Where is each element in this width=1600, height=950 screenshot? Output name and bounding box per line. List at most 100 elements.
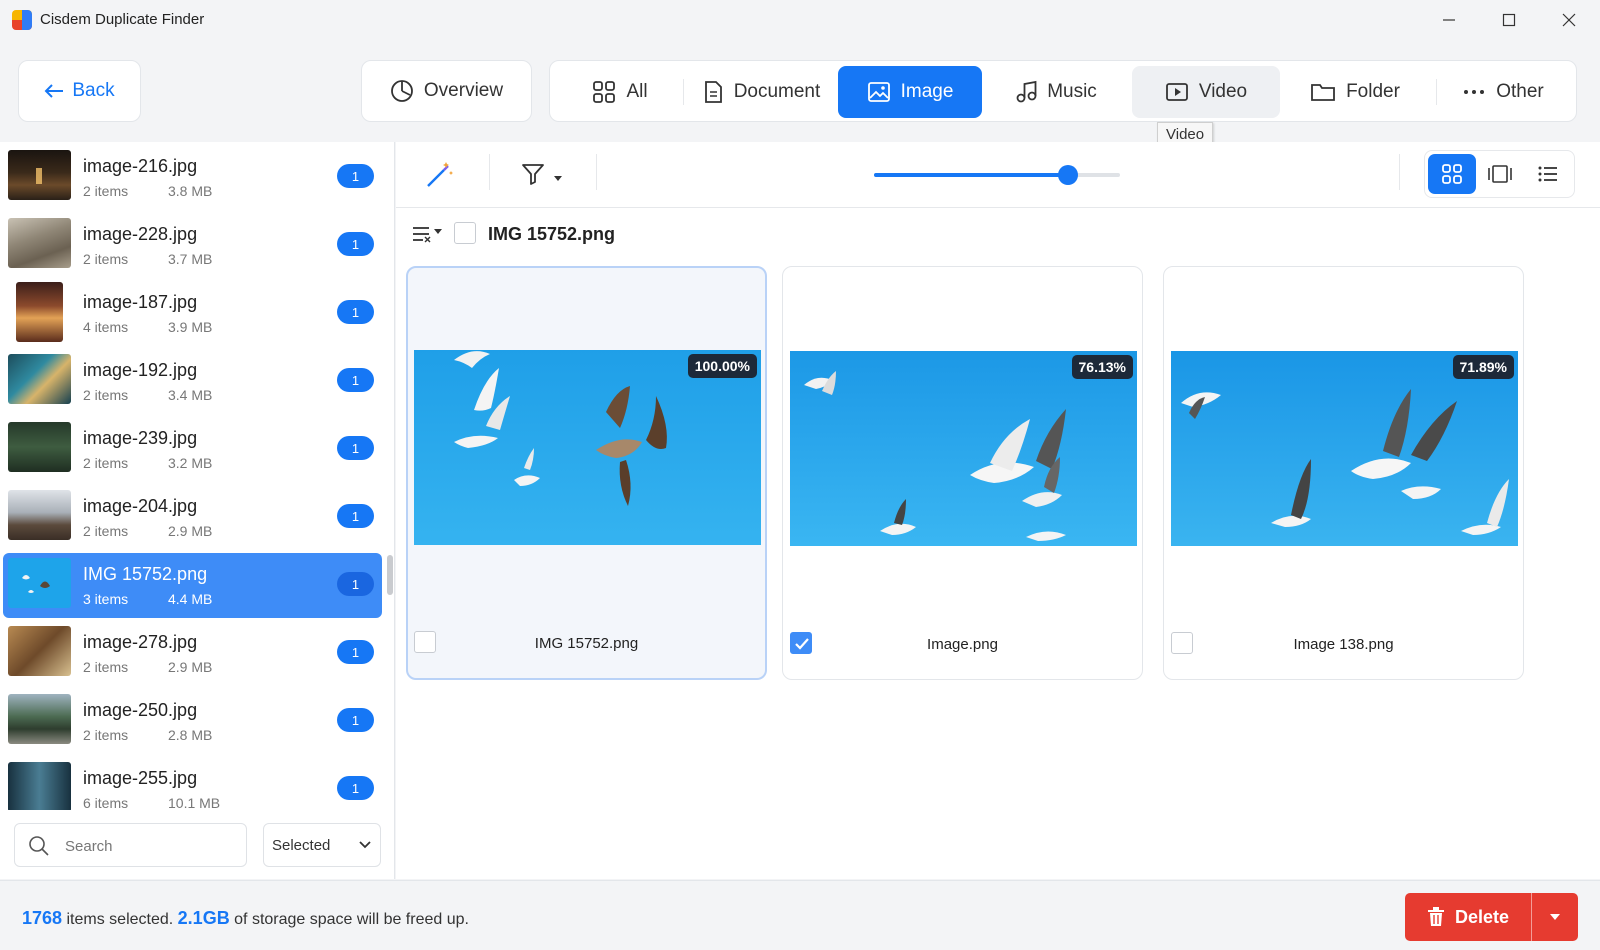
item-size: 3.7 MB xyxy=(168,251,213,267)
image-card[interactable]: 71.89% Image 138.png xyxy=(1163,266,1524,680)
item-count: 4 items xyxy=(83,319,129,335)
freed-size: 2.1GB xyxy=(177,908,230,928)
image-card[interactable]: 100.00% IMG 15752.png xyxy=(406,266,767,680)
item-name: image-255.jpg xyxy=(83,768,198,788)
zoom-slider[interactable] xyxy=(874,165,1120,185)
tab-all-label: All xyxy=(626,81,648,102)
thumbnail xyxy=(8,490,71,540)
music-icon xyxy=(1016,80,1037,103)
tab-all[interactable]: All xyxy=(564,66,676,118)
tab-other[interactable]: Other xyxy=(1440,66,1566,118)
item-count: 2 items xyxy=(83,727,129,743)
search-icon xyxy=(29,836,49,856)
zoom-slider-fill xyxy=(874,173,1069,177)
tab-image-label: Image xyxy=(900,81,954,102)
tab-video[interactable]: Video xyxy=(1132,66,1280,118)
search-field[interactable] xyxy=(14,823,247,867)
item-size: 10.1 MB xyxy=(168,795,221,810)
status-bar: 1768 items selected. 2.1GB of storage sp… xyxy=(0,880,1600,950)
list-item[interactable]: image-204.jpg 2 items 2.9 MB 1 xyxy=(3,485,382,550)
count-badge: 1 xyxy=(337,572,374,596)
filter-select[interactable]: Selected xyxy=(263,823,381,867)
preview-toolbar xyxy=(396,142,1600,208)
selected-count: 1768 xyxy=(22,908,63,928)
similarity-badge: 100.00% xyxy=(687,354,757,378)
carousel-view-button[interactable] xyxy=(1476,154,1524,194)
tab-music-label: Music xyxy=(1047,81,1097,102)
item-size: 3.2 MB xyxy=(168,455,213,471)
main-panel: IMG 15752.png 100.00% IMG 15752.png 76.1… xyxy=(396,142,1600,879)
close-icon[interactable] xyxy=(1540,0,1598,40)
count-badge: 1 xyxy=(337,368,374,392)
list-item[interactable]: image-216.jpg 2 items 3.8 MB 1 xyxy=(3,145,382,210)
list-item[interactable]: image-192.jpg 2 items 3.4 MB 1 xyxy=(3,349,382,414)
toolbar-divider xyxy=(1399,154,1400,190)
item-name: image-216.jpg xyxy=(83,156,198,176)
item-name: IMG 15752.png xyxy=(83,564,208,584)
list-icon xyxy=(1538,166,1557,182)
selection-summary: 1768 items selected. 2.1GB of storage sp… xyxy=(22,908,469,929)
tab-music[interactable]: Music xyxy=(988,66,1124,118)
maximize-icon[interactable] xyxy=(1480,0,1538,40)
grid-icon xyxy=(593,81,616,103)
image-card[interactable]: 76.13% Image.png xyxy=(782,266,1143,680)
item-name: image-239.jpg xyxy=(83,428,198,448)
item-count: 2 items xyxy=(83,523,129,539)
list-item[interactable]: image-187.jpg 4 items 3.9 MB 1 xyxy=(3,281,382,346)
sort-options-icon[interactable] xyxy=(412,224,444,248)
delete-button[interactable]: Delete xyxy=(1405,893,1531,941)
card-filename: Image.png xyxy=(927,636,998,653)
toolbar-divider xyxy=(596,154,597,190)
item-size: 2.9 MB xyxy=(168,659,213,675)
filter-dropdown-icon[interactable] xyxy=(553,170,563,187)
overview-button[interactable]: Overview xyxy=(361,60,532,122)
delete-options-button[interactable] xyxy=(1532,893,1578,941)
magic-wand-icon[interactable] xyxy=(424,160,454,194)
card-filename: IMG 15752.png xyxy=(534,635,639,652)
filter-icon[interactable] xyxy=(521,162,545,190)
app-logo-icon xyxy=(12,10,32,30)
caret-down-icon xyxy=(1550,914,1560,920)
search-input[interactable] xyxy=(65,834,235,858)
thumbnail xyxy=(8,626,71,676)
list-view-button[interactable] xyxy=(1524,154,1572,194)
count-badge: 1 xyxy=(337,232,374,256)
item-size: 4.4 MB xyxy=(168,591,213,607)
zoom-slider-handle[interactable] xyxy=(1058,165,1079,185)
count-badge: 1 xyxy=(337,776,374,800)
tab-image[interactable]: Image xyxy=(838,66,982,118)
list-item[interactable]: image-250.jpg 2 items 2.8 MB 1 xyxy=(3,689,382,754)
list-item[interactable]: image-255.jpg 6 items 10.1 MB 1 xyxy=(3,757,382,810)
tab-folder[interactable]: Folder xyxy=(1285,66,1425,118)
list-item[interactable]: image-239.jpg 2 items 3.2 MB 1 xyxy=(3,417,382,482)
thumbnail xyxy=(8,694,71,744)
count-badge: 1 xyxy=(337,300,374,324)
item-count: 3 items xyxy=(83,591,129,607)
minimize-icon[interactable] xyxy=(1420,0,1478,40)
card-filename: Image 138.png xyxy=(1293,636,1394,653)
item-size: 3.4 MB xyxy=(168,387,213,403)
window-title: Cisdem Duplicate Finder xyxy=(40,11,205,28)
trash-icon xyxy=(1427,907,1444,926)
thumbnail-grid-view-button[interactable] xyxy=(1428,154,1476,194)
sidebar-scrollbar[interactable] xyxy=(387,555,393,595)
item-name: image-187.jpg xyxy=(83,292,198,312)
category-tabs: All Document Image Music Video Folder Ot… xyxy=(549,60,1577,122)
carousel-icon xyxy=(1488,165,1512,183)
back-button[interactable]: Back xyxy=(18,60,141,122)
thumbnail xyxy=(16,282,63,342)
arrow-left-icon xyxy=(44,84,64,98)
group-select-checkbox[interactable] xyxy=(454,222,476,244)
list-item[interactable]: image-278.jpg 2 items 2.9 MB 1 xyxy=(3,621,382,686)
item-size: 2.8 MB xyxy=(168,727,213,743)
back-label: Back xyxy=(72,80,115,101)
delete-label: Delete xyxy=(1454,906,1510,927)
item-name: image-204.jpg xyxy=(83,496,198,516)
tab-document[interactable]: Document xyxy=(686,66,836,118)
tab-video-label: Video xyxy=(1198,81,1248,102)
item-name: image-250.jpg xyxy=(83,700,198,720)
list-item-selected[interactable]: IMG 15752.png 3 items 4.4 MB 1 xyxy=(3,553,382,618)
tab-other-label: Other xyxy=(1496,81,1544,102)
list-item[interactable]: image-228.jpg 2 items 3.7 MB 1 xyxy=(3,213,382,278)
item-count: 6 items xyxy=(83,795,129,810)
